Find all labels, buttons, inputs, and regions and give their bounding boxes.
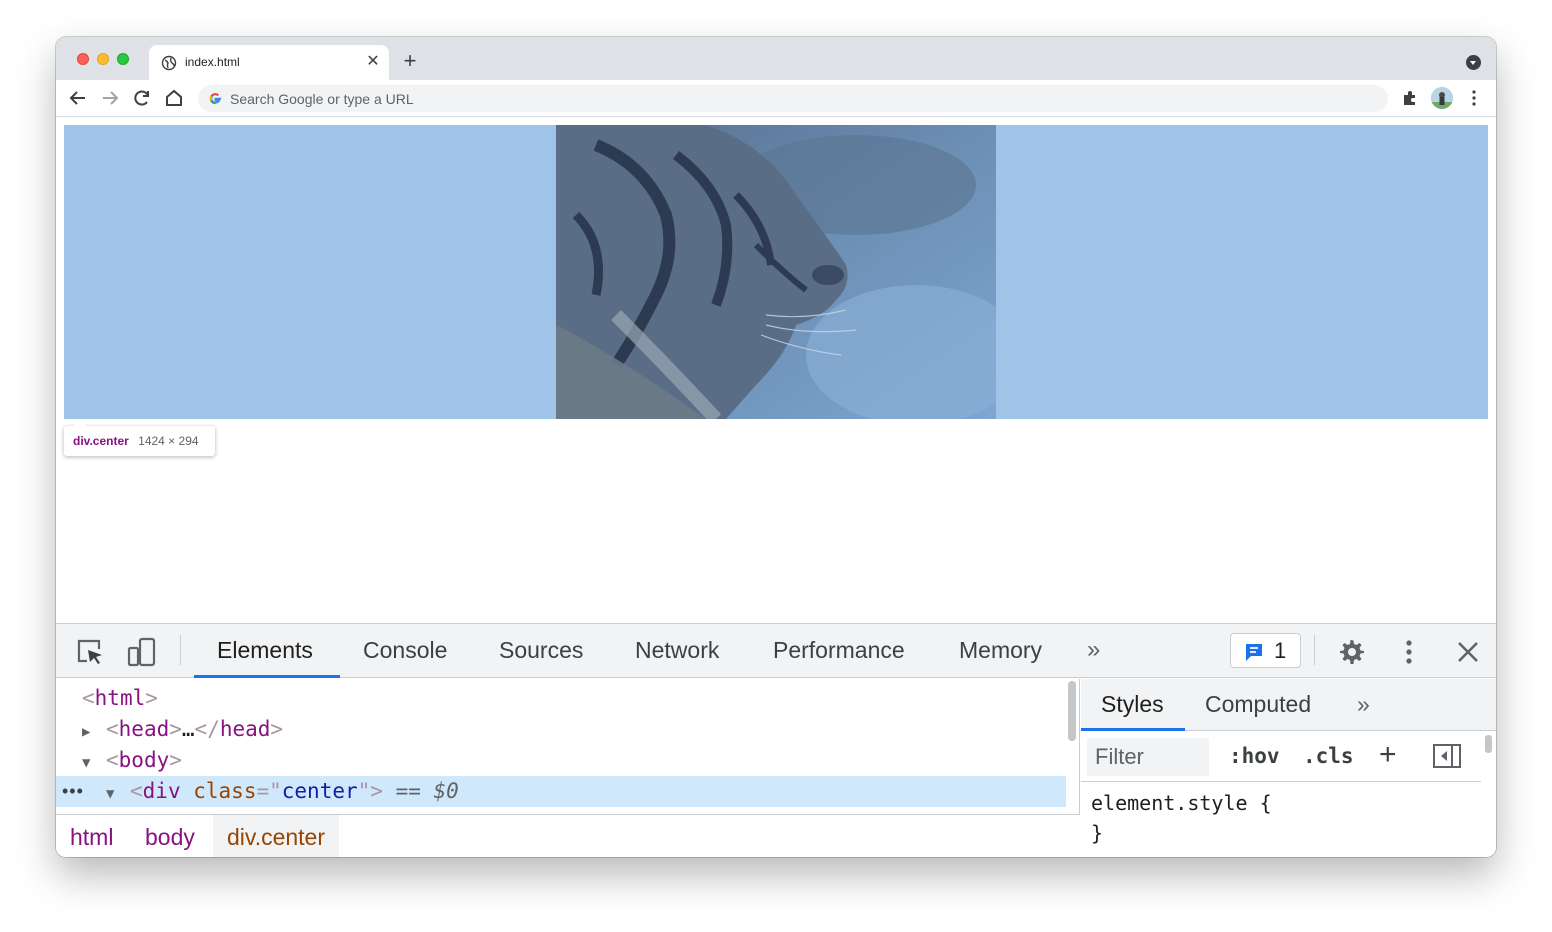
dom-node-div-center[interactable]: ▼ <div class="center"> == $0 bbox=[106, 776, 459, 807]
breadcrumb-div-center[interactable]: div.center bbox=[213, 815, 340, 857]
more-tabs-icon[interactable]: » bbox=[1087, 636, 1100, 664]
dollar-zero-marker: $0 bbox=[433, 779, 459, 803]
device-toolbar-icon[interactable] bbox=[126, 636, 158, 668]
class-toggle[interactable]: .cls bbox=[1303, 744, 1354, 768]
active-tab-indicator bbox=[1081, 728, 1185, 731]
div-tag: div bbox=[142, 779, 181, 803]
close-window-button[interactable] bbox=[77, 53, 89, 65]
tab-memory[interactable]: Memory bbox=[959, 637, 1042, 664]
more-menu-icon[interactable] bbox=[1466, 88, 1482, 108]
address-bar[interactable]: Search Google or type a URL bbox=[198, 85, 1388, 112]
gear-icon[interactable] bbox=[1335, 636, 1367, 668]
breadcrumb-body[interactable]: body bbox=[131, 815, 209, 857]
customize-menu-icon[interactable] bbox=[1393, 636, 1425, 668]
new-style-rule-icon[interactable]: + bbox=[1379, 738, 1397, 772]
tab-title: index.html bbox=[185, 55, 240, 69]
devtools-toolbar: Elements Console Sources Network Perform… bbox=[56, 624, 1496, 678]
tiger-picture bbox=[556, 125, 996, 419]
active-tab-indicator bbox=[194, 675, 340, 678]
tooltip-element-size: 1424 × 294 bbox=[138, 434, 199, 448]
body-tag: body bbox=[118, 748, 170, 772]
eq-marker: == bbox=[395, 779, 421, 803]
tab-strip: index.html ✕ + bbox=[56, 37, 1496, 80]
toolbar-divider bbox=[180, 635, 181, 665]
head-collapsed-ellipsis: … bbox=[181, 717, 195, 741]
devtools-panel: Elements Console Sources Network Perform… bbox=[56, 623, 1496, 857]
tab-sources[interactable]: Sources bbox=[499, 637, 583, 664]
styles-tabbar: Styles Computed » bbox=[1081, 679, 1496, 731]
google-icon bbox=[209, 93, 222, 105]
dom-tree-panel: ••• <html> ▶ <head>…</head> ▼ <body> ▼ <div… bbox=[56, 679, 1080, 857]
collapse-triangle-icon[interactable]: ▼ bbox=[82, 748, 106, 779]
html-tag: html bbox=[94, 686, 146, 710]
avatar[interactable] bbox=[1431, 87, 1453, 109]
sidebar-toggle-icon[interactable] bbox=[1433, 744, 1461, 768]
tab-elements[interactable]: Elements bbox=[217, 637, 313, 664]
attr-name: class bbox=[193, 779, 257, 803]
styles-pane: Styles Computed » Filter :hov .cls + ele… bbox=[1081, 679, 1496, 857]
expand-triangle-icon[interactable]: ▶ bbox=[82, 717, 106, 748]
tab-styles[interactable]: Styles bbox=[1101, 691, 1164, 718]
inspected-element-highlight[interactable] bbox=[64, 125, 1488, 419]
page-viewport: div.center 1424 × 294 bbox=[56, 118, 1496, 623]
tab-console[interactable]: Console bbox=[363, 637, 447, 664]
globe-icon bbox=[161, 55, 177, 71]
node-actions-icon[interactable]: ••• bbox=[62, 776, 84, 807]
element-style-selector[interactable]: element.style { bbox=[1091, 791, 1272, 815]
new-tab-button[interactable]: + bbox=[399, 50, 421, 73]
tab-search-icon[interactable] bbox=[1466, 55, 1481, 70]
tooltip-element-name: div.center bbox=[73, 434, 129, 448]
address-placeholder: Search Google or type a URL bbox=[230, 91, 414, 107]
breadcrumb: html body div.center bbox=[56, 814, 1080, 857]
dom-node-head[interactable]: ▶ <head>…</head> bbox=[82, 714, 283, 745]
filter-input[interactable]: Filter bbox=[1087, 738, 1209, 776]
tab-network[interactable]: Network bbox=[635, 637, 719, 664]
browser-tab[interactable]: index.html ✕ bbox=[149, 45, 389, 80]
element-style-close: } bbox=[1091, 821, 1104, 845]
puzzle-icon[interactable] bbox=[1400, 88, 1420, 108]
dom-node-html[interactable]: <html> bbox=[82, 683, 158, 714]
chat-icon bbox=[1246, 644, 1262, 661]
close-icon[interactable] bbox=[1452, 636, 1484, 668]
home-icon[interactable] bbox=[162, 86, 186, 110]
tiger-image bbox=[556, 125, 996, 419]
issues-count: 1 bbox=[1274, 638, 1287, 663]
attr-value: center bbox=[281, 779, 358, 803]
collapse-triangle-icon[interactable]: ▼ bbox=[106, 779, 130, 810]
forward-icon[interactable] bbox=[98, 86, 122, 110]
hover-state-toggle[interactable]: :hov bbox=[1229, 744, 1280, 768]
tab-close-icon[interactable]: ✕ bbox=[363, 52, 383, 72]
issues-button[interactable]: 1 bbox=[1230, 633, 1301, 668]
reload-icon[interactable] bbox=[130, 86, 154, 110]
head-close-tag: head bbox=[219, 717, 271, 741]
tab-computed[interactable]: Computed bbox=[1205, 691, 1311, 718]
profile-icon bbox=[1431, 87, 1453, 109]
dom-node-body[interactable]: ▼ <body> bbox=[82, 745, 182, 776]
inspect-element-icon[interactable] bbox=[74, 636, 106, 668]
toolbar-divider-2 bbox=[1314, 635, 1315, 665]
browser-toolbar: Search Google or type a URL bbox=[56, 80, 1496, 117]
back-icon[interactable] bbox=[66, 86, 90, 110]
styles-filter-bar: Filter :hov .cls + bbox=[1081, 732, 1481, 782]
maximize-window-button[interactable] bbox=[117, 53, 129, 65]
tab-performance[interactable]: Performance bbox=[773, 637, 905, 664]
styles-scrollbar[interactable] bbox=[1485, 735, 1492, 753]
more-tabs-icon[interactable]: » bbox=[1357, 691, 1370, 718]
breadcrumb-html[interactable]: html bbox=[56, 815, 127, 857]
browser-window: index.html ✕ + Search Google or type a U… bbox=[56, 37, 1496, 857]
head-open-tag: head bbox=[118, 717, 170, 741]
dom-scrollbar[interactable] bbox=[1068, 681, 1076, 741]
minimize-window-button[interactable] bbox=[97, 53, 109, 65]
element-inspect-tooltip: div.center 1424 × 294 bbox=[64, 420, 215, 456]
